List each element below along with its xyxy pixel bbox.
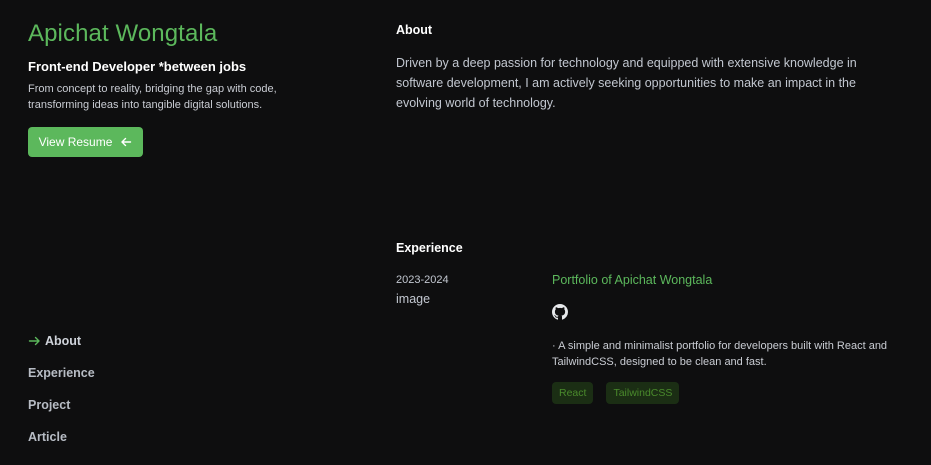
about-text: Driven by a deep passion for technology … — [396, 56, 857, 110]
profile-name: Apichat Wongtala — [28, 20, 218, 47]
nav-item-about[interactable]: About — [28, 325, 95, 357]
nav-item-label: Experience — [28, 366, 95, 380]
view-resume-label: View Resume — [38, 135, 113, 149]
nav-item-label: Article — [28, 430, 67, 444]
nav-item-article[interactable]: Article — [28, 421, 95, 453]
profile-role: Front-end Developer *between jobs — [28, 59, 247, 74]
arrow-left-icon — [121, 137, 132, 147]
experience-description: · A simple and minimalist portfolio for … — [552, 340, 888, 368]
portfolio-page: Apichat Wongtala Front-end Developer *be… — [0, 0, 931, 465]
nav-item-experience[interactable]: Experience — [28, 357, 95, 389]
nav-item-label: Project — [28, 398, 71, 412]
nav-item-label: About — [45, 334, 82, 348]
experience-title-link[interactable]: Portfolio of Apichat Wongtala — [552, 273, 712, 287]
github-icon[interactable] — [552, 304, 568, 320]
arrow-right-icon — [28, 336, 40, 346]
view-resume-button[interactable]: View Resume — [28, 127, 143, 157]
nav-item-project[interactable]: Project — [28, 389, 95, 421]
tag-tailwindcss: TailwindCSS — [606, 382, 680, 404]
about-heading: About — [396, 23, 433, 37]
experience-heading: Experience — [396, 241, 463, 255]
experience-date: 2023-2024 — [396, 274, 449, 286]
profile-tagline: From concept to reality, bridging the ga… — [28, 83, 277, 111]
section-nav: About Experience Project Article — [28, 325, 95, 453]
tag-react: React — [552, 382, 594, 404]
tech-tags: React TailwindCSS — [552, 382, 680, 404]
experience-image-placeholder: image — [396, 292, 431, 306]
